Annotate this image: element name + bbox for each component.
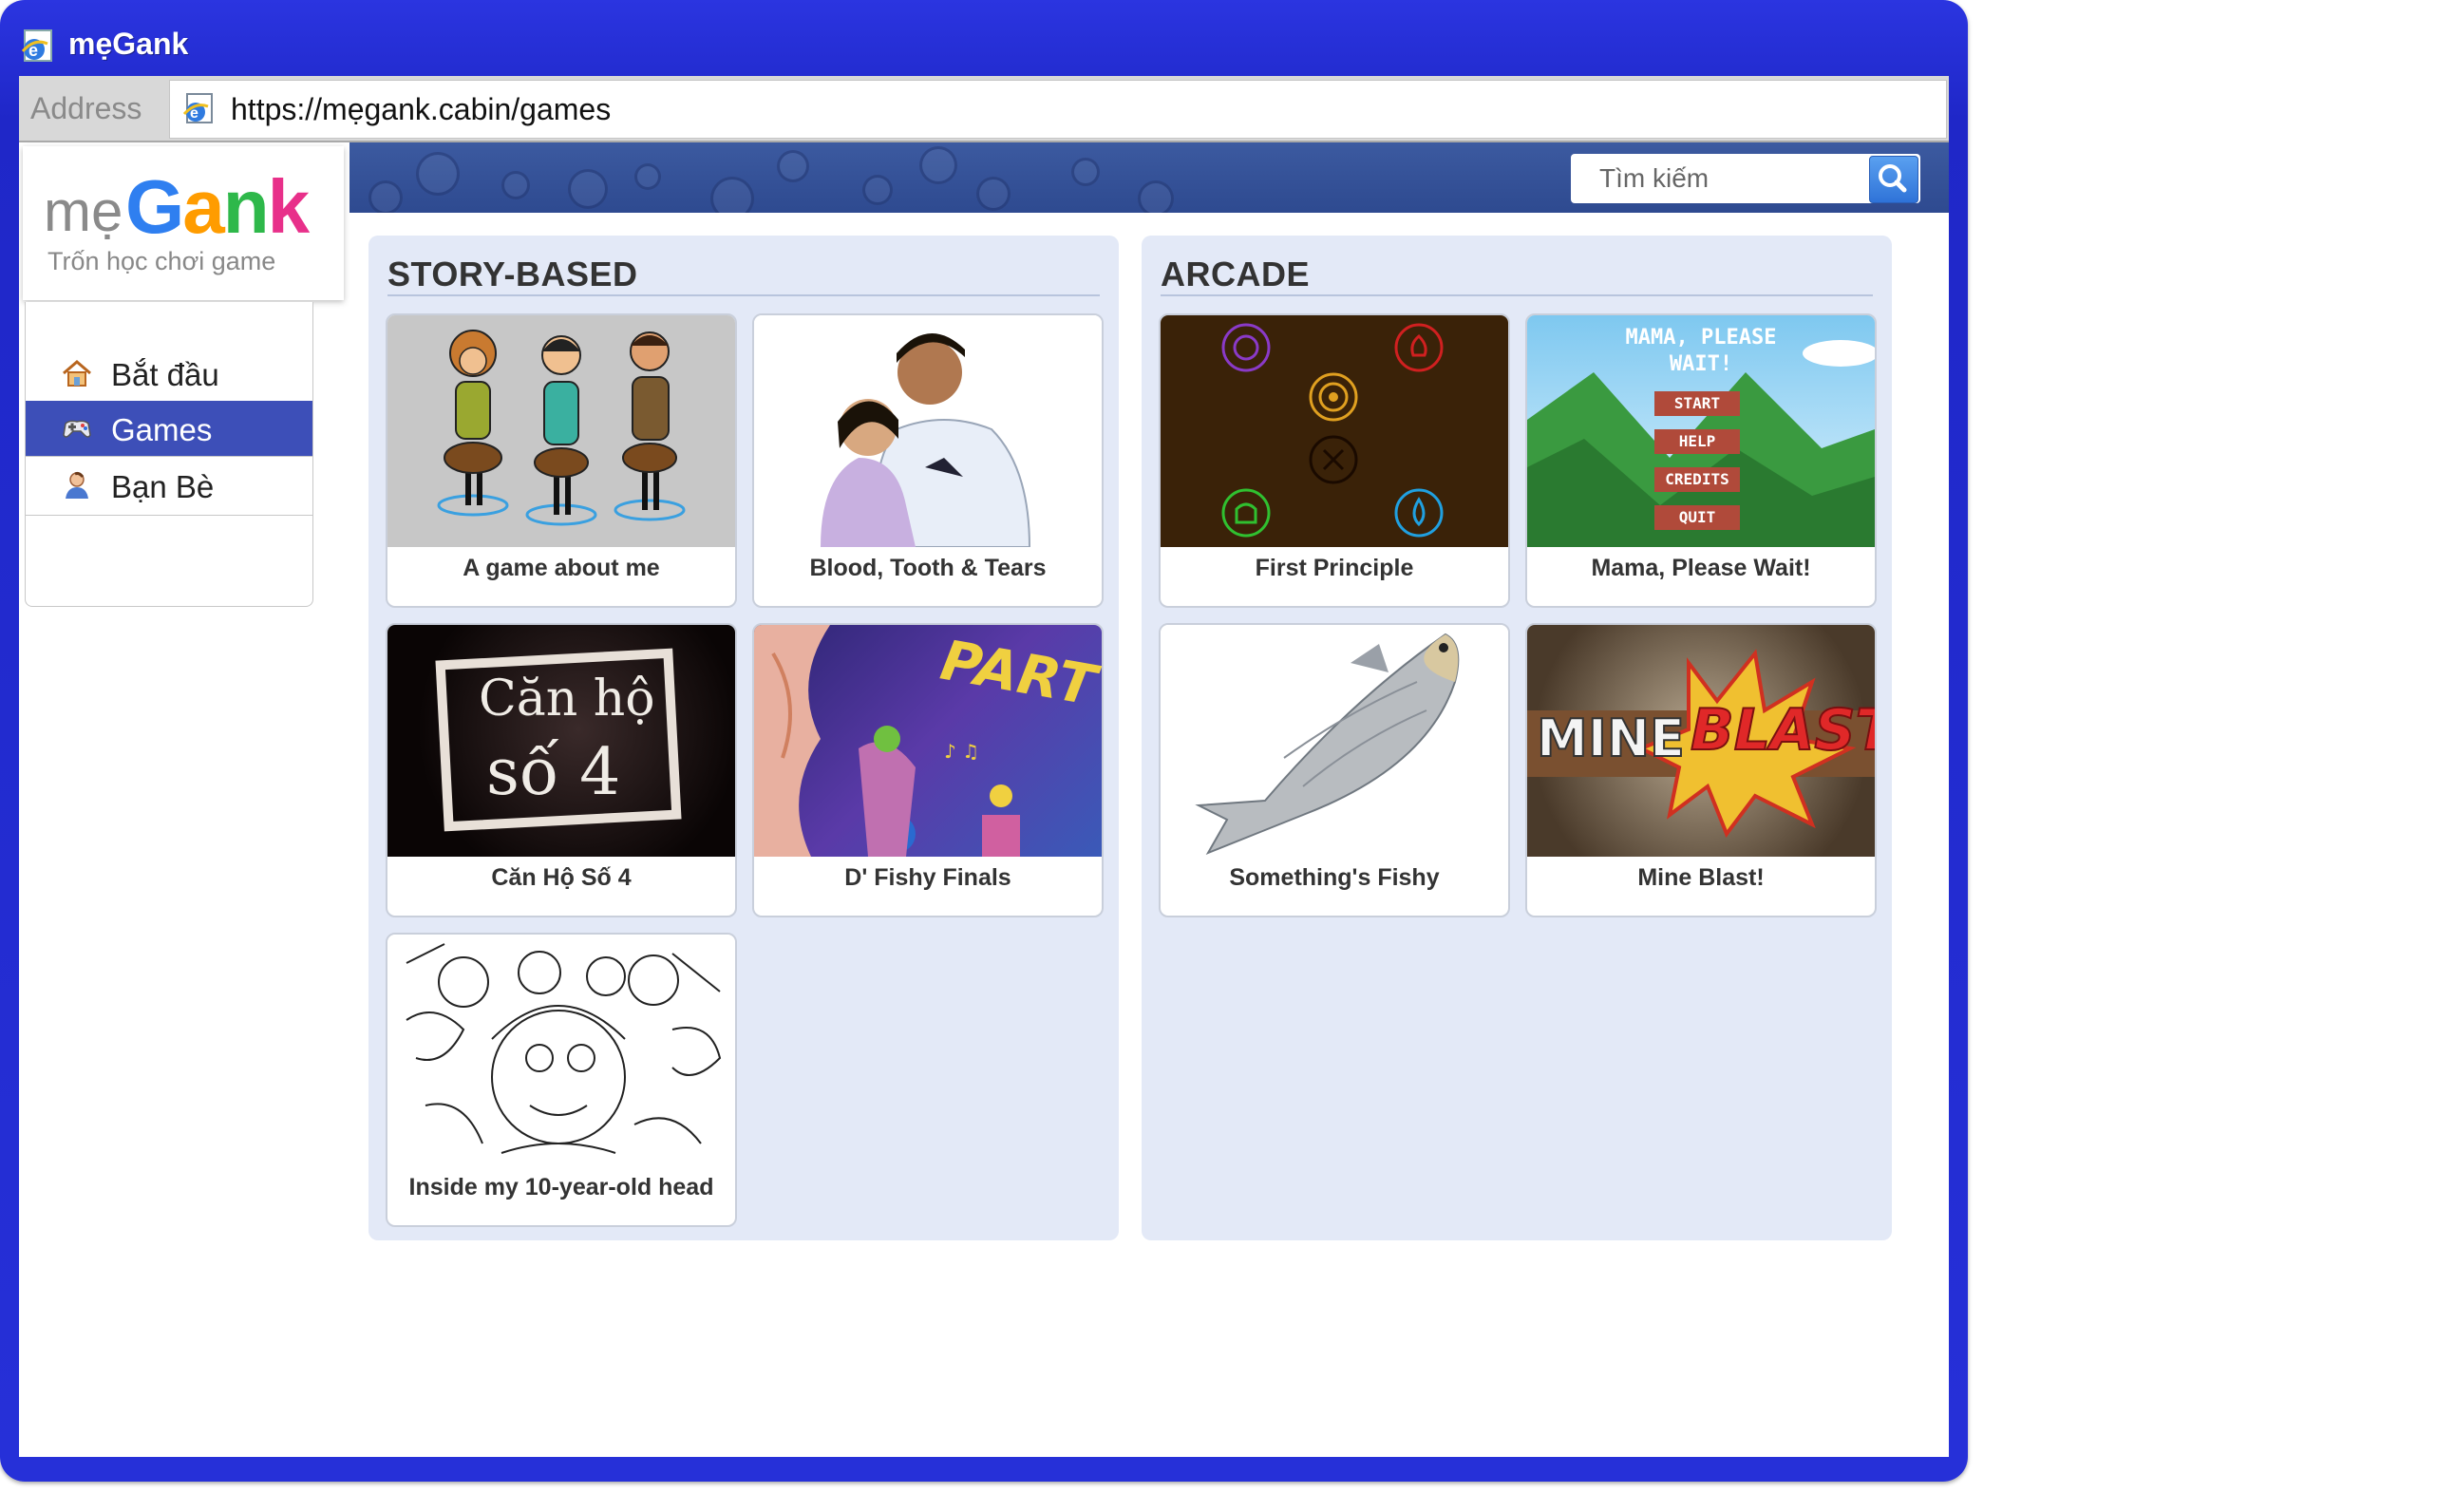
game-card[interactable]: First Principle	[1159, 313, 1510, 608]
arcade-panel: ARCADE First Principle MAMA, PLEASE WAIT…	[1142, 236, 1892, 1240]
menu-button-start: START	[1654, 391, 1740, 416]
game-title: Inside my 10-year-old head	[408, 1174, 714, 1200]
game-thumbnail: MINE BLAST!	[1527, 625, 1875, 857]
logo-letter: G	[125, 164, 184, 249]
gamepad-icon	[63, 420, 91, 438]
search-button[interactable]	[1869, 156, 1918, 203]
thumbnail-text: MINE	[1536, 708, 1686, 769]
game-card[interactable]: MAMA, PLEASE WAIT! START HELP CREDITS QU…	[1525, 313, 1877, 608]
logo-letter: n	[222, 164, 270, 249]
person-icon	[66, 471, 88, 499]
game-title: D' Fishy Finals	[844, 864, 1011, 891]
page-icon: e	[182, 93, 213, 123]
search-icon	[1879, 164, 1907, 193]
sidebar-item-games[interactable]: Games	[26, 401, 312, 456]
game-thumbnail: Căn hộ số 4	[387, 625, 735, 857]
banner-bubble	[710, 177, 754, 213]
game-thumbnail: ♪ ♫ PARTY	[754, 625, 1102, 857]
game-thumbnail	[387, 315, 735, 547]
section-title: STORY-BASED	[387, 255, 638, 293]
banner-bubble	[634, 163, 661, 190]
logo-letter: k	[267, 164, 310, 249]
sidebar-item-label: Bạn Bè	[111, 469, 215, 504]
menu-button-quit: QUIT	[1654, 505, 1740, 530]
game-card[interactable]: ♪ ♫ PARTY D' Fishy Finals	[752, 623, 1104, 917]
search-input[interactable]	[1571, 154, 1884, 203]
thumbnail-text: số 4	[486, 735, 621, 810]
address-field[interactable]: e https://mẹgank.cabin/games	[169, 80, 1947, 139]
site-logo[interactable]: mẹ Gank Trốn học chơi game	[23, 146, 344, 300]
game-title: Căn Hộ Số 4	[491, 864, 632, 891]
thumbnail-title: MAMA, PLEASE WAIT!	[1625, 326, 1777, 376]
thumbnail-text: BLAST!	[1690, 696, 1875, 765]
banner-bubble	[568, 169, 608, 209]
banner-bubble	[1138, 180, 1174, 213]
character-figure	[614, 331, 686, 521]
game-thumbnail	[387, 935, 735, 1166]
menu-button-credits: CREDITS	[1654, 467, 1740, 492]
sidebar-item-label: Games	[111, 412, 213, 447]
url-text[interactable]: https://mẹgank.cabin/games	[231, 92, 611, 127]
sidebar-item-label: Bắt đầu	[111, 357, 219, 392]
story-based-panel: STORY-BASED A game about me Blood, Tooth…	[368, 236, 1119, 1240]
browser-window: e mẹGank Address e https://mẹgank.cabin/…	[0, 0, 1968, 1482]
game-title: Something's Fishy	[1229, 864, 1440, 891]
search-box	[1571, 154, 1920, 203]
game-thumbnail: MAMA, PLEASE WAIT! START HELP CREDITS QU…	[1527, 315, 1875, 547]
section-divider	[387, 294, 1100, 296]
game-thumbnail	[754, 315, 1102, 547]
sidebar-nav: Bắt đầu Games Bạn Bè	[25, 302, 313, 607]
browser-icon: e	[21, 29, 52, 62]
window-title: mẹGank	[68, 27, 189, 61]
sidebar-item-ban-be[interactable]: Bạn Bè	[26, 458, 312, 513]
banner-bubble	[501, 171, 530, 199]
banner-bubble	[1071, 158, 1100, 186]
logo-gank-text: Gank	[125, 163, 310, 251]
game-title: First Principle	[1255, 555, 1414, 581]
game-title: Mama, Please Wait!	[1591, 555, 1811, 581]
game-card[interactable]: Inside my 10-year-old head	[386, 933, 737, 1227]
banner-bubble	[368, 180, 403, 213]
character-figure	[437, 330, 509, 517]
game-title: A game about me	[463, 555, 660, 581]
game-title: Mine Blast!	[1637, 864, 1765, 891]
banner-bubble	[919, 146, 957, 184]
thumbnail-text: Căn hộ	[479, 671, 655, 728]
game-card[interactable]: Blood, Tooth & Tears	[752, 313, 1104, 608]
game-thumbnail	[1161, 315, 1508, 547]
menu-button-help: HELP	[1654, 429, 1740, 454]
nav-divider	[26, 456, 312, 457]
address-bar: Address e https://mẹgank.cabin/games	[19, 76, 1949, 142]
logo-tagline: Trốn học chơi game	[47, 247, 276, 275]
game-title: Blood, Tooth & Tears	[809, 555, 1047, 581]
page-content: mẹ Gank Trốn học chơi game Bắt đầu	[19, 142, 1949, 1457]
banner-bubble	[777, 150, 809, 182]
svg-text:♪ ♫: ♪ ♫	[944, 740, 979, 763]
banner-bubble	[862, 175, 893, 205]
game-card[interactable]: MINE BLAST! Mine Blast!	[1525, 623, 1877, 917]
section-divider	[1161, 294, 1873, 296]
banner-bubble	[976, 177, 1011, 211]
title-bar: e mẹGank	[0, 0, 1968, 74]
banner-bubble	[416, 152, 460, 196]
sidebar-item-bat-dau[interactable]: Bắt đầu	[26, 346, 312, 401]
character-figure	[525, 335, 597, 526]
game-card[interactable]: A game about me	[386, 313, 737, 608]
address-label: Address	[30, 91, 142, 125]
site-banner	[349, 142, 1949, 213]
home-icon	[63, 360, 91, 387]
game-card[interactable]: Căn hộ số 4 Căn Hộ Số 4	[386, 623, 737, 917]
game-thumbnail	[1161, 625, 1508, 857]
logo-me-text: mẹ	[44, 180, 123, 243]
game-card[interactable]: Something's Fishy	[1159, 623, 1510, 917]
section-title: ARCADE	[1161, 255, 1311, 293]
logo-letter: a	[182, 164, 224, 249]
nav-divider	[26, 515, 312, 516]
